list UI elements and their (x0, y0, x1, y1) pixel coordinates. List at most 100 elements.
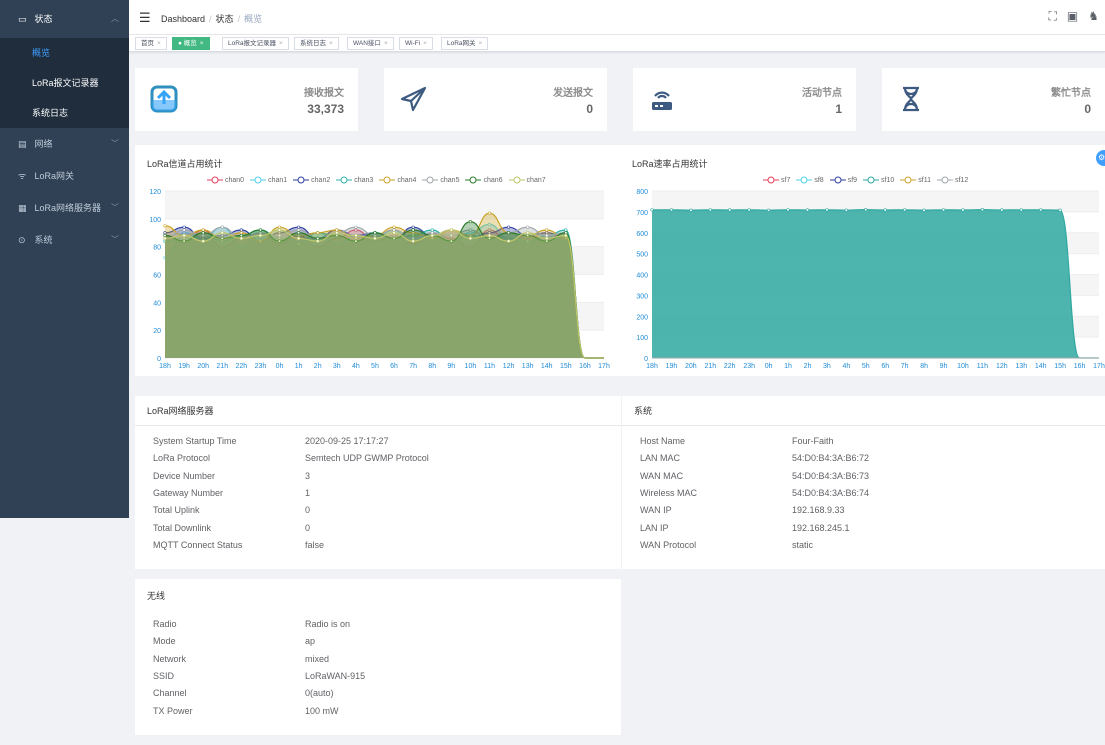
data-point-sf10 (1000, 208, 1004, 212)
avatar[interactable]: ♞ (1088, 9, 1099, 24)
sidebar-item-status[interactable]: ▭ 状态 ︿ (0, 0, 129, 38)
x-tick-label: 15h (1054, 363, 1066, 370)
stat-card-sent[interactable]: 发送报文 0 (384, 68, 607, 131)
x-tick-label: 8h (428, 363, 436, 370)
tag-home[interactable]: 首页 × (135, 37, 167, 50)
fullscreen-icon[interactable]: ⛶ (1048, 9, 1056, 24)
data-point-chan7 (297, 236, 301, 240)
data-point-sf10 (922, 208, 926, 212)
close-icon[interactable]: × (479, 40, 483, 47)
sidebar-item-system[interactable]: ⊙ 系统 ﹀ (0, 224, 129, 256)
close-icon[interactable]: × (157, 40, 161, 47)
y-tick-label: 100 (636, 335, 648, 342)
top-navbar: ☰ Dashboard / 状态 / 概览 ⛶ ▣ ♞ (129, 0, 1105, 34)
close-icon[interactable]: × (423, 40, 427, 47)
x-tick-label: 6h (881, 363, 889, 370)
stat-card-received[interactable]: 接收报文 33,373 (135, 68, 358, 131)
data-point-sf10 (844, 208, 848, 212)
stat-card-active-nodes[interactable]: 活动节点 1 (633, 68, 856, 131)
x-tick-label: 7h (409, 363, 417, 370)
close-icon[interactable]: × (279, 40, 283, 47)
data-point-sf10 (864, 207, 868, 212)
panel-lora-network-server: LoRa网络服务器 System Startup Time 2020-09-25 … (135, 396, 621, 569)
send-plane-icon (400, 86, 427, 112)
info-key: Total Uplink (153, 505, 200, 516)
panel-system: 系统 Host Name Four-Faith LAN MAC 54:D0:B4:3A… (622, 396, 1105, 569)
data-point-chan7 (564, 233, 568, 238)
x-tick-label: 9h (447, 363, 455, 370)
sidebar-item-syslog[interactable]: 系统日志 (0, 98, 129, 128)
breadcrumb: Dashboard / 状态 / 概览 (161, 14, 263, 24)
sidebar: ▭ 状态 ︿ 概览 LoRa报文记录器 系统日志 ▤ 网络 ﹀ ᯤ LoRa网关… (0, 0, 129, 518)
info-value: 0 (305, 505, 311, 516)
data-point-chan2 (506, 225, 511, 229)
stat-label: 繁忙节点 (1051, 88, 1091, 99)
y-tick-label: 500 (636, 252, 648, 259)
gateway-icon: ᯤ (18, 171, 27, 181)
data-point-chan4 (316, 231, 320, 235)
x-tick-label: 15h (560, 363, 572, 370)
router-icon (652, 91, 672, 110)
info-key: LoRa Protocol (153, 453, 211, 464)
breadcrumb-root[interactable]: Dashboard (161, 14, 205, 24)
chart-rate-occupancy: 0 100 200 300 400 500 600 700 800 18h 19h 20h 21h 22h… (636, 189, 1105, 370)
sidebar-item-gateway[interactable]: ᯤ LoRa网关 (0, 160, 129, 192)
server-icon: ▦ (18, 203, 27, 213)
x-tick-label: 23h (255, 363, 267, 370)
sidebar-item-lora-logger[interactable]: LoRa报文记录器 (0, 68, 129, 98)
charts-row: LoRa信道占用统计 chan0 chan1 chan2 chan3 chan4 chan… (135, 145, 1105, 376)
data-point-chan7 (220, 231, 224, 235)
data-point-chan6 (163, 233, 167, 238)
data-point-chan7 (316, 239, 320, 243)
hamburger-icon[interactable]: ☰ (139, 10, 151, 26)
settings-drawer-toggle[interactable]: ⚙ (1096, 150, 1105, 166)
x-tick-label: 8h (920, 363, 928, 370)
data-point-sf10 (669, 208, 674, 212)
tag-gateway[interactable]: LoRa网关 × (441, 37, 489, 50)
sidebar-submenu-status: 概览 LoRa报文记录器 系统日志 (0, 38, 129, 128)
x-tick-label: 19h (178, 363, 190, 370)
x-tick-label: 2h (804, 363, 812, 370)
data-point-chan5 (430, 231, 434, 235)
data-point-chan4 (239, 231, 243, 235)
data-point-chan6 (373, 231, 377, 235)
stat-card-busy-nodes[interactable]: 繁忙节点 0 (882, 68, 1105, 131)
sidebar-item-lns[interactable]: ▦ LoRa网络服务器 ﹀ (0, 192, 129, 224)
data-point-chan4 (487, 211, 492, 215)
tag-lora-logger[interactable]: LoRa报文记录器 × (222, 37, 289, 50)
data-point-sf10 (747, 208, 751, 212)
info-value: 2020-09-25 17:17:27 (305, 436, 389, 446)
x-tick-label: 20h (685, 363, 697, 370)
tag-wan[interactable]: WAN接口 × (347, 37, 394, 50)
x-tick-label: 12h (503, 363, 515, 370)
close-icon[interactable]: × (384, 40, 388, 47)
data-point-sf10 (1058, 208, 1062, 212)
data-point-chan2 (239, 228, 243, 232)
tag-overview[interactable]: ● 概览 × (172, 37, 210, 50)
tags-view: 首页 × ● 概览 × LoRa报文记录器 × 系统日志 × WAN接口 × Wi-Fi ×… (129, 34, 1105, 52)
data-point-sf10 (825, 208, 829, 212)
data-point-sf10 (941, 208, 946, 212)
close-icon[interactable]: × (200, 40, 204, 47)
info-key: System Startup Time (153, 436, 237, 446)
data-point-sf10 (1019, 208, 1023, 212)
sidebar-item-network[interactable]: ▤ 网络 ﹀ (0, 128, 129, 160)
top-right-icons: ⛶ ▣ ♞ (1048, 9, 1099, 24)
close-icon[interactable]: × (329, 40, 333, 47)
y-tick-label: 0 (644, 356, 648, 363)
sidebar-item-overview[interactable]: 概览 (0, 38, 129, 68)
x-tick-label: 21h (704, 363, 716, 370)
data-point-chan4 (277, 225, 282, 229)
info-key: Device Number (153, 470, 216, 481)
tag-syslog[interactable]: 系统日志 × (294, 37, 339, 50)
language-icon[interactable]: ▣ (1067, 9, 1078, 24)
tag-wifi[interactable]: Wi-Fi × (399, 37, 433, 50)
data-point-chan7 (201, 239, 205, 243)
info-value: Four-Faith (792, 436, 834, 446)
data-point-chan6 (201, 231, 205, 235)
x-tick-label: 14h (1035, 363, 1047, 370)
stat-label: 发送报文 (553, 88, 593, 99)
chevron-down-icon: ﹀ (111, 203, 119, 212)
info-value: 0(auto) (305, 688, 334, 699)
info-value: static (792, 539, 814, 550)
